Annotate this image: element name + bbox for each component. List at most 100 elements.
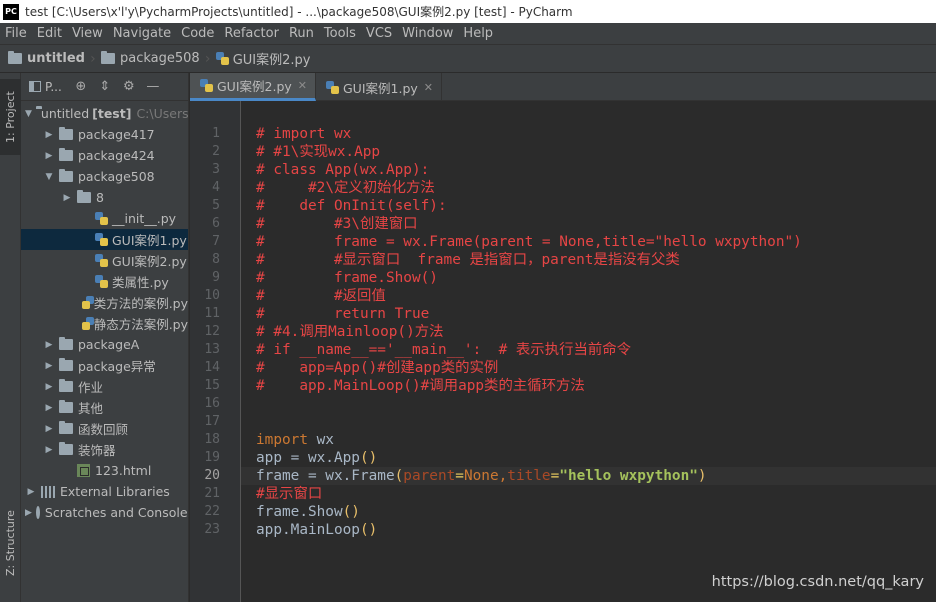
code-line[interactable]: app.MainLoop() — [256, 521, 377, 539]
tree-item[interactable]: 静态方法案例.py — [21, 313, 188, 334]
menu-item-refactor[interactable]: Refactor — [219, 23, 284, 45]
tree-item[interactable]: ▶ package424 — [21, 145, 188, 166]
tree-item-label: GUI案例2.py — [112, 254, 187, 269]
line-number: 13 — [204, 342, 220, 357]
code-editor[interactable]: 1 2 3 4 5 6 7 8 9 10 11 12 13 14 15 16 17 18 19 20 21 22 23 # … — [190, 101, 936, 602]
code-token: # — [256, 216, 265, 232]
project-tool-tab[interactable]: 1: Project — [0, 79, 21, 155]
menu-item-vcs[interactable]: VCS — [361, 23, 397, 45]
hide-panel-icon[interactable]: — — [144, 78, 162, 96]
scratches-icon — [35, 506, 40, 519]
breadcrumb-project[interactable]: untitled — [8, 51, 85, 66]
project-view-icon — [29, 81, 41, 92]
menu-item-window[interactable]: Window — [397, 23, 458, 45]
code-line[interactable]: # frame.Show() — [256, 269, 438, 287]
menu-item-run[interactable]: Run — [284, 23, 319, 45]
collapsed-arrow-icon[interactable]: ▶ — [43, 424, 55, 434]
code-line[interactable]: # frame = wx.Frame(parent = None,title="… — [256, 233, 802, 251]
expanded-arrow-icon[interactable]: ▼ — [43, 172, 55, 182]
tree-item[interactable]: 类属性.py — [21, 271, 188, 292]
line-number: 18 — [204, 432, 220, 447]
code-line[interactable]: # #显示窗口 frame 是指窗口，parent是指没有父类 — [256, 251, 680, 269]
line-number: 22 — [204, 504, 220, 519]
tree-item[interactable]: ▶ package异常 — [21, 355, 188, 376]
collapsed-arrow-icon[interactable]: ▶ — [43, 403, 55, 413]
tree-item[interactable]: ▶ 8 — [21, 187, 188, 208]
gear-icon[interactable]: ⚙ — [120, 78, 138, 96]
code-line[interactable]: # #返回值 — [256, 287, 386, 305]
code-area[interactable]: # import wx # #1\实现wx.App # class App(wx.A… — [241, 101, 936, 602]
code-token: # — [256, 270, 265, 286]
tree-item[interactable]: ▶ External Libraries — [21, 481, 188, 502]
code-token: #3\创建窗口 — [333, 216, 418, 232]
tree-item[interactable]: ▶ Scratches and Consoles — [21, 502, 188, 523]
code-line[interactable]: # #4.调用Mainloop()方法 — [256, 323, 444, 341]
code-line[interactable]: frame.Show() — [256, 503, 360, 521]
collapsed-arrow-icon[interactable]: ▶ — [61, 193, 73, 203]
collapsed-arrow-icon[interactable]: ▶ — [25, 487, 37, 497]
collapsed-arrow-icon[interactable]: ▶ — [43, 340, 55, 350]
folder-icon — [100, 51, 115, 64]
menu-item-view[interactable]: View — [67, 23, 108, 45]
tree-item[interactable]: __init__.py — [21, 208, 188, 229]
locate-icon[interactable]: ⊕ — [72, 78, 90, 96]
tree-item[interactable]: ▶ 装饰器 — [21, 439, 188, 460]
code-line[interactable]: import wx — [256, 431, 334, 449]
code-line[interactable]: # class App(wx.App): — [256, 161, 429, 179]
collapsed-arrow-icon[interactable]: ▶ — [43, 382, 55, 392]
close-tab-icon[interactable]: ✕ — [298, 79, 307, 92]
structure-tool-tab[interactable]: Z: Structure — [0, 493, 21, 593]
line-number: 9 — [212, 270, 220, 285]
tree-item[interactable]: 类方法的案例.py — [21, 292, 188, 313]
tree-item-label: packageA — [78, 337, 140, 352]
code-line[interactable]: # import wx — [256, 125, 351, 143]
menu-item-navigate[interactable]: Navigate — [108, 23, 176, 45]
code-line[interactable]: # #1\实现wx.App — [256, 143, 380, 161]
menu-item-code[interactable]: Code — [176, 23, 219, 45]
code-line[interactable]: # if __name__=='__main__': # 表示执行当前命令 — [256, 341, 631, 359]
collapsed-arrow-icon[interactable]: ▶ — [43, 445, 55, 455]
code-line[interactable]: # return True — [256, 305, 429, 323]
close-tab-icon[interactable]: ✕ — [424, 81, 433, 94]
line-number: 6 — [212, 216, 220, 231]
code-token: () — [359, 522, 378, 538]
code-token: # — [256, 180, 265, 196]
code-line[interactable]: # def OnInit(self): — [256, 197, 447, 215]
collapsed-arrow-icon[interactable]: ▶ — [43, 130, 55, 140]
collapsed-arrow-icon[interactable]: ▶ — [25, 508, 32, 518]
tree-item[interactable]: ▶ packageA — [21, 334, 188, 355]
code-token: title — [507, 468, 551, 484]
code-line[interactable]: # app.MainLoop()#调用app类的主循环方法 — [256, 377, 585, 395]
collapse-all-icon[interactable]: ⇕ — [96, 78, 114, 96]
tree-item[interactable]: ▼ package508 — [21, 166, 188, 187]
tree-item[interactable]: ▶ 作业 — [21, 376, 188, 397]
library-icon — [41, 485, 55, 498]
code-line[interactable]: frame = wx.Frame(parent=None,title="hell… — [256, 467, 707, 485]
menu-item-edit[interactable]: Edit — [32, 23, 67, 45]
breadcrumb-file[interactable]: GUI案例2.py — [215, 49, 310, 68]
collapsed-arrow-icon[interactable]: ▶ — [43, 361, 55, 371]
code-line[interactable]: # app=App()#创建app类的实例 — [256, 359, 498, 377]
tree-item[interactable]: GUI案例2.py — [21, 250, 188, 271]
tree-item[interactable]: ▼ untitled [test] C:\Users — [21, 103, 188, 124]
code-line[interactable]: # #3\创建窗口 — [256, 215, 418, 233]
tree-item-label: package508 — [78, 169, 155, 184]
code-line[interactable]: # #2\定义初始化方法 — [256, 179, 435, 197]
code-line[interactable]: #显示窗口 — [256, 485, 322, 503]
tree-item[interactable]: ▶ package417 — [21, 124, 188, 145]
expanded-arrow-icon[interactable]: ▼ — [25, 109, 32, 119]
menu-item-file[interactable]: File — [0, 23, 32, 45]
code-line[interactable]: app = wx.App() — [256, 449, 377, 467]
code-token: frame = wx.Frame — [256, 468, 395, 484]
tree-item[interactable]: 123.html — [21, 460, 188, 481]
tree-item[interactable]: ▶ 其他 — [21, 397, 188, 418]
tree-item[interactable]: ▶ 函数回顾 — [21, 418, 188, 439]
editor-tab[interactable]: GUI案例2.py ✕ — [190, 73, 316, 101]
project-view-selector[interactable]: P... — [45, 80, 62, 94]
collapsed-arrow-icon[interactable]: ▶ — [43, 151, 55, 161]
breadcrumb-package[interactable]: package508 — [100, 51, 200, 66]
menu-item-help[interactable]: Help — [458, 23, 498, 45]
menu-item-tools[interactable]: Tools — [319, 23, 361, 45]
editor-tab[interactable]: GUI案例1.py ✕ — [316, 73, 442, 101]
tree-item[interactable]: GUI案例1.py — [21, 229, 188, 250]
